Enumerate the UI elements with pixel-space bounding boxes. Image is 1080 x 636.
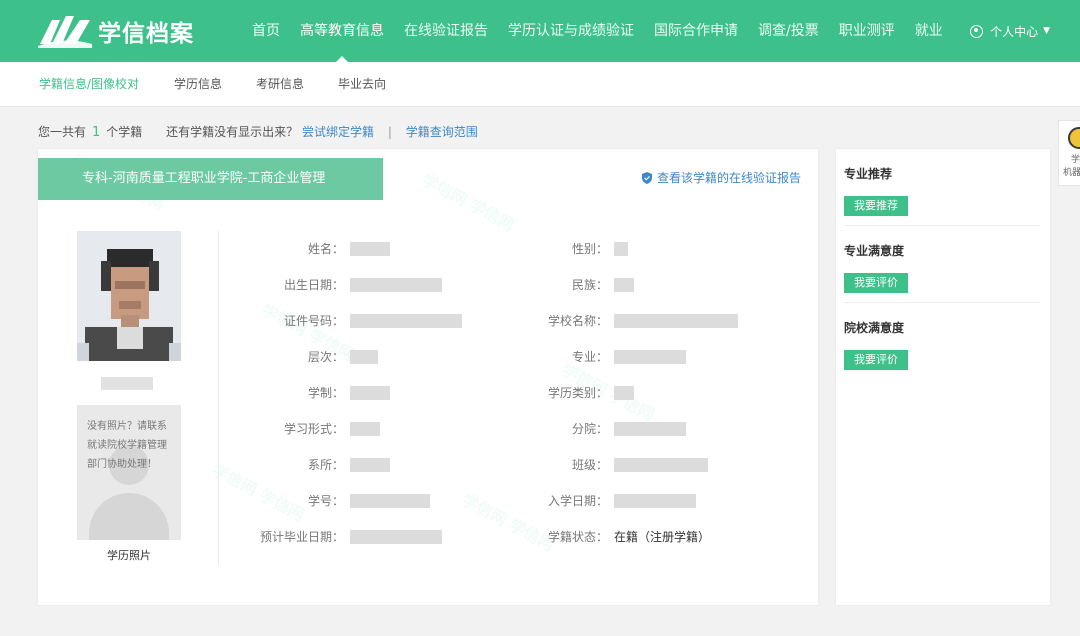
logo-mark-icon: [38, 16, 92, 48]
recommend-sidebar: 专业推荐 我要推荐 专业满意度 我要评价 院校满意度 我要评价: [836, 149, 1050, 605]
separator: |: [387, 125, 392, 139]
subnav-status-photo[interactable]: 学籍信息/图像校对: [39, 62, 139, 107]
nav-certification[interactable]: 学历认证与成绩验证: [508, 0, 634, 62]
robot-assistant-widget[interactable]: 学 机器: [1058, 120, 1080, 186]
section-major-recommend: 专业推荐 我要推荐: [844, 165, 1040, 216]
top-header: 学信档案 首页 高等教育信息 在线验证报告 学历认证与成绩验证 国际合作申请 调…: [0, 0, 1080, 62]
section-title: 院校满意度: [844, 321, 905, 335]
logo-text: 学信档案: [98, 21, 194, 47]
nav-survey[interactable]: 调查/投票: [758, 0, 819, 62]
logo[interactable]: 学信档案: [38, 13, 208, 49]
subnav-graduation[interactable]: 毕业去向: [338, 62, 386, 107]
nav-home[interactable]: 首页: [252, 0, 280, 62]
missing-question: 还有学籍没有显示出来？: [166, 125, 299, 139]
section-school-satisfaction: 院校满意度 我要评价: [844, 319, 1040, 370]
divider: [844, 302, 1040, 303]
nav-online-report[interactable]: 在线验证报告: [404, 0, 488, 62]
query-scope-link[interactable]: 学籍查询范围: [406, 125, 478, 139]
nav-higher-education[interactable]: 高等教育信息: [300, 0, 384, 62]
section-title: 专业满意度: [844, 244, 905, 258]
widget-label-line2: 机器: [1063, 168, 1080, 178]
divider: [844, 225, 1040, 226]
shield-icon: [641, 171, 652, 184]
verify-report-link[interactable]: 查看该学籍的在线验证报告: [641, 169, 801, 186]
status-count-line: 您一共有 1 个学籍 还有学籍没有显示出来？ 尝试绑定学籍 | 学籍查询范围: [38, 123, 478, 140]
robot-avatar-icon: [1068, 127, 1080, 149]
user-center-label: 个人中心: [990, 24, 1039, 39]
no-photo-notice: 没有照片？请联系就读院校学籍管理部门协助处理！: [87, 421, 167, 470]
section-major-satisfaction: 专业满意度 我要评价: [844, 242, 1040, 293]
rate-school-button[interactable]: 我要评价: [844, 350, 908, 370]
chevron-down-icon: ▼: [1043, 26, 1050, 36]
widget-label-line1: 学: [1071, 155, 1080, 165]
admission-photo: [77, 231, 181, 361]
rate-major-button[interactable]: 我要评价: [844, 273, 908, 293]
graduation-photo-placeholder: 没有照片？请联系就读院校学籍管理部门协助处理！: [77, 405, 181, 540]
status-value: 在籍（注册学籍）: [614, 530, 711, 544]
sub-nav: 学籍信息/图像校对 学历信息 考研信息 毕业去向: [0, 62, 1080, 107]
nav-career-test[interactable]: 职业测评: [839, 0, 895, 62]
section-title: 专业推荐: [844, 167, 893, 181]
nav-employment[interactable]: 就业: [915, 0, 943, 62]
count-prefix: 您一共有: [38, 125, 87, 139]
user-icon: [970, 24, 984, 38]
bind-status-link[interactable]: 尝试绑定学籍: [302, 125, 374, 139]
divider: [218, 231, 219, 565]
verify-report-label: 查看该学籍的在线验证报告: [656, 171, 801, 185]
recommend-button[interactable]: 我要推荐: [844, 196, 908, 216]
photo-caption: 学历照片: [107, 549, 151, 562]
status-count: 1: [92, 125, 101, 140]
subnav-education[interactable]: 学历信息: [174, 62, 222, 107]
count-suffix: 个学籍: [106, 125, 143, 139]
user-center-menu[interactable]: 个人中心 ▼: [970, 0, 1050, 62]
status-title: 专科-河南质量工程职业学院-工商企业管理: [38, 158, 383, 200]
nav-international[interactable]: 国际合作申请: [654, 0, 738, 62]
main-nav: 首页 高等教育信息 在线验证报告 学历认证与成绩验证 国际合作申请 调查/投票 …: [252, 0, 963, 62]
subnav-postgrad-exam[interactable]: 考研信息: [256, 62, 304, 107]
photo-name-redacted: [101, 377, 153, 390]
status-card: 学信网 学信网 学信网 学信网 学信网 学信网 学信网 学信网 学信网 学信网 …: [38, 149, 818, 605]
